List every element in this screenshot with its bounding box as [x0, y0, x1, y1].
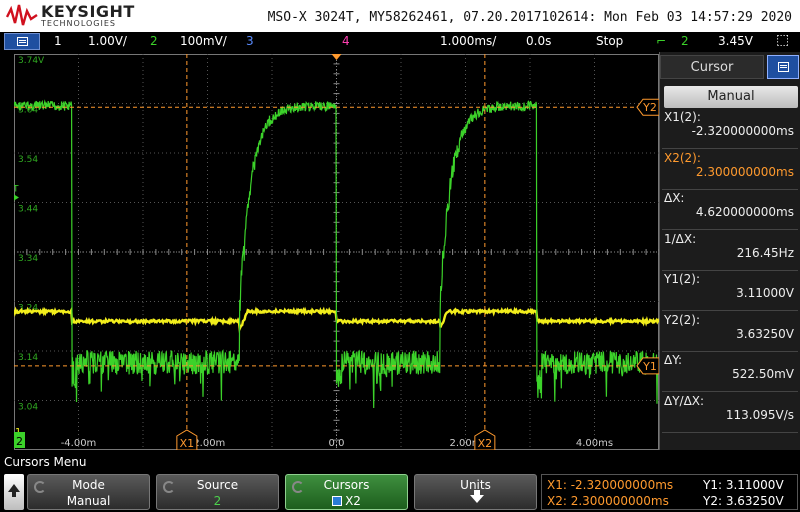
reading-value: 3.63250V	[736, 326, 794, 341]
reading-label: ΔY/ΔX:	[664, 393, 705, 408]
reading-label: X2(2):	[664, 150, 701, 165]
reading-divider	[662, 148, 798, 149]
cursor-square-icon	[332, 496, 343, 506]
readout-y1: Y1: 3.11000V	[703, 478, 784, 492]
cursor-select-icon[interactable]: ⬚	[776, 32, 789, 48]
reading-label: Y2(2):	[664, 312, 701, 327]
reading-value: 113.095V/s	[725, 407, 794, 422]
menu-icon	[778, 62, 789, 72]
down-arrow-icon	[470, 490, 484, 503]
time-tick-label: -4.00m	[61, 438, 97, 449]
reading-label: ΔY:	[664, 353, 682, 367]
softkey-value: Manual	[66, 494, 111, 508]
source-softkey[interactable]: Source 2	[156, 474, 279, 510]
softkey-label: Source	[196, 478, 239, 492]
voltage-tick-label: 3.14	[18, 353, 38, 363]
cursor-mode-display[interactable]: Manual	[664, 86, 798, 108]
reading-label: Y1(2):	[664, 272, 701, 286]
reading-label: ΔX:	[664, 191, 685, 205]
reading-divider	[662, 310, 798, 311]
readout-y2: Y2: 3.63250V	[703, 494, 784, 508]
cursor-reading: X2(2): 2.300000000ms	[664, 151, 798, 179]
reading-value: 2.300000000ms	[695, 164, 794, 179]
trigger-edge-icon: ⌐	[656, 34, 667, 48]
reading-divider	[662, 229, 798, 230]
units-softkey[interactable]: Units	[414, 474, 537, 510]
up-arrow-icon	[8, 484, 20, 497]
time-axis-labels: -4.00m -2.00m 0.0 2.00m 4.00ms	[61, 438, 613, 449]
reading-label: 1/ΔX:	[664, 231, 697, 246]
cursors-softkey[interactable]: Cursors X2	[285, 474, 408, 510]
timebase-scale[interactable]: 1.000ms/	[440, 34, 496, 48]
trigger-source[interactable]: 2	[681, 34, 689, 48]
cursor-y1-label: Y1	[642, 360, 657, 373]
time-tick-label: 4.00ms	[576, 438, 613, 449]
cursor-reading: Y1(2): 3.11000V	[664, 272, 798, 300]
keysight-logo-icon	[6, 4, 38, 26]
ch2-trace	[14, 99, 659, 409]
reading-value: 4.620000000ms	[695, 205, 794, 219]
softkey-label: Cursors	[323, 478, 370, 492]
cursor-reading: ΔY: 522.50mV	[664, 353, 798, 381]
mode-softkey[interactable]: Mode Manual	[27, 474, 150, 510]
menu-button[interactable]	[4, 33, 40, 50]
cursor-panel: Cursor Manual X1(2): -2.320000000ms X2(2):…	[659, 52, 800, 450]
reading-value: 216.45Hz	[736, 245, 794, 260]
readout-x2: X2: 2.300000000ms	[547, 494, 669, 508]
reading-value: -2.320000000ms	[691, 124, 794, 138]
header-bar: KEYSIGHT TECHNOLOGIES MSO-X 3024T, MY582…	[0, 0, 800, 32]
softkey-value: 2	[213, 494, 222, 508]
run-state[interactable]: Stop	[596, 34, 623, 48]
voltage-tick-label: 3.44	[18, 205, 38, 215]
ch2-waveform	[14, 99, 659, 409]
ch3-number[interactable]: 3	[246, 34, 254, 48]
reading-divider	[662, 431, 798, 433]
reading-value: 522.50mV	[732, 367, 794, 381]
brand-subtitle: TECHNOLOGIES	[41, 19, 116, 28]
panel-menu-button[interactable]	[767, 55, 799, 79]
ch4-number[interactable]: 4	[342, 34, 350, 48]
ch1-number[interactable]: 1	[54, 34, 62, 48]
cursor-readout: X1: -2.320000000ms X2: 2.300000000ms Y1:…	[541, 474, 798, 510]
readout-x1: X1: -2.320000000ms	[547, 478, 674, 492]
ch2-scale[interactable]: 100mV/	[180, 34, 227, 48]
ch1-scale[interactable]: 1.00V/	[88, 34, 127, 48]
waveform-display[interactable]: 3.74V3.643.543.443.343.243.143.04 -4.00m…	[14, 54, 659, 450]
cursor-reading: Y2(2): 3.63250V	[664, 313, 798, 341]
voltage-axis-labels: 3.74V3.643.543.443.343.243.143.04	[18, 56, 45, 413]
cursor-reading: ΔY/ΔX: 113.095V/s	[664, 394, 798, 422]
trigger-level-marker	[14, 194, 19, 201]
voltage-tick-label: 3.74V	[18, 56, 45, 66]
voltage-tick-label: 3.34	[18, 254, 38, 264]
cursor-reading: 1/ΔX: 216.45Hz	[664, 232, 798, 260]
menu-icon	[17, 37, 28, 46]
panel-title[interactable]: Cursor	[660, 55, 764, 79]
cursor-y2-label: Y2	[642, 101, 657, 114]
time-tick-label: 0.0	[329, 438, 345, 449]
cursor-reading: X1(2): -2.320000000ms	[664, 110, 798, 138]
trigger-level-label: T	[14, 185, 19, 195]
reading-divider	[662, 269, 798, 271]
time-delay[interactable]: 0.0s	[526, 34, 551, 48]
reading-divider	[662, 188, 798, 190]
menu-up-button[interactable]	[4, 474, 24, 510]
cursor-x1-label: X1	[180, 437, 195, 450]
trigger-position-marker	[331, 54, 342, 60]
ch2-ground-marker: 2	[16, 435, 23, 448]
cursor-x2-label: X2	[478, 437, 493, 450]
instrument-info: MSO-X 3024T, MY58262461, 07.20.201710261…	[267, 10, 792, 25]
softkey-label: Mode	[72, 478, 105, 492]
reading-divider	[662, 350, 798, 352]
reading-label: X1(2):	[664, 110, 701, 124]
status-bar: 1 1.00V/ 2 100mV/ 3 4 1.000ms/ 0.0s Stop…	[0, 32, 800, 52]
voltage-tick-label: 3.04	[18, 403, 38, 413]
trigger-level[interactable]: 3.45V	[718, 34, 753, 48]
menu-title: Cursors Menu	[4, 455, 87, 469]
softkey-value: X2	[345, 494, 361, 508]
cursor-reading: ΔX: 4.620000000ms	[664, 191, 798, 219]
ch2-number[interactable]: 2	[150, 34, 158, 48]
reading-divider	[662, 391, 798, 392]
reading-value: 3.11000V	[736, 286, 794, 300]
voltage-tick-label: 3.54	[18, 155, 38, 165]
